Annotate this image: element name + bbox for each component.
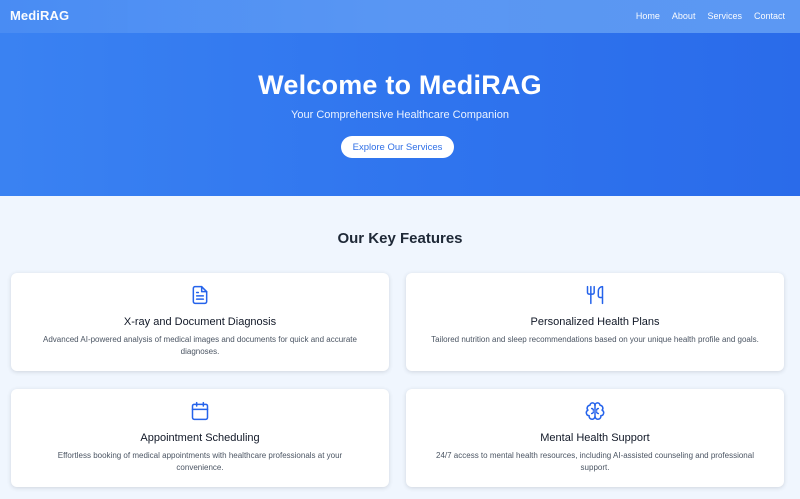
feature-title: Personalized Health Plans: [530, 316, 660, 328]
brain-icon: [406, 401, 784, 421]
nav-contact-link[interactable]: Contact: [754, 11, 785, 21]
feature-description: Effortless booking of medical appointmen…: [57, 451, 343, 472]
calendar-icon: [11, 401, 389, 421]
hero-subtitle: Your Comprehensive Healthcare Companion: [291, 109, 509, 121]
feature-description: Advanced AI-powered analysis of medical …: [43, 335, 357, 356]
nav-services-link[interactable]: Services: [707, 11, 742, 21]
feature-description: Tailored nutrition and sleep recommendat…: [431, 335, 759, 344]
explore-services-button[interactable]: Explore Our Services: [341, 136, 454, 158]
hero-title: Welcome to MediRAG: [258, 70, 542, 100]
feature-card: X-ray and Document Diagnosis Advanced AI…: [11, 273, 389, 371]
brand-logo[interactable]: MediRAG: [10, 8, 69, 23]
utensils-icon: [406, 285, 784, 305]
feature-title: X-ray and Document Diagnosis: [123, 316, 277, 328]
features-heading: Our Key Features: [337, 230, 463, 247]
feature-card: Appointment Scheduling Effortless bookin…: [11, 389, 389, 487]
feature-title: Appointment Scheduling: [140, 432, 260, 444]
nav-home-link[interactable]: Home: [636, 11, 660, 21]
feature-card: Personalized Health Plans Tailored nutri…: [406, 273, 784, 371]
nav-links: Home About Services Contact: [636, 11, 785, 21]
feature-title: Mental Health Support: [540, 432, 650, 444]
document-icon: [11, 285, 389, 305]
navbar: MediRAG Home About Services Contact: [0, 0, 800, 33]
nav-about-link[interactable]: About: [672, 11, 696, 21]
feature-description: 24/7 access to mental health resources, …: [436, 451, 754, 472]
feature-card: Mental Health Support 24/7 access to men…: [406, 389, 784, 487]
